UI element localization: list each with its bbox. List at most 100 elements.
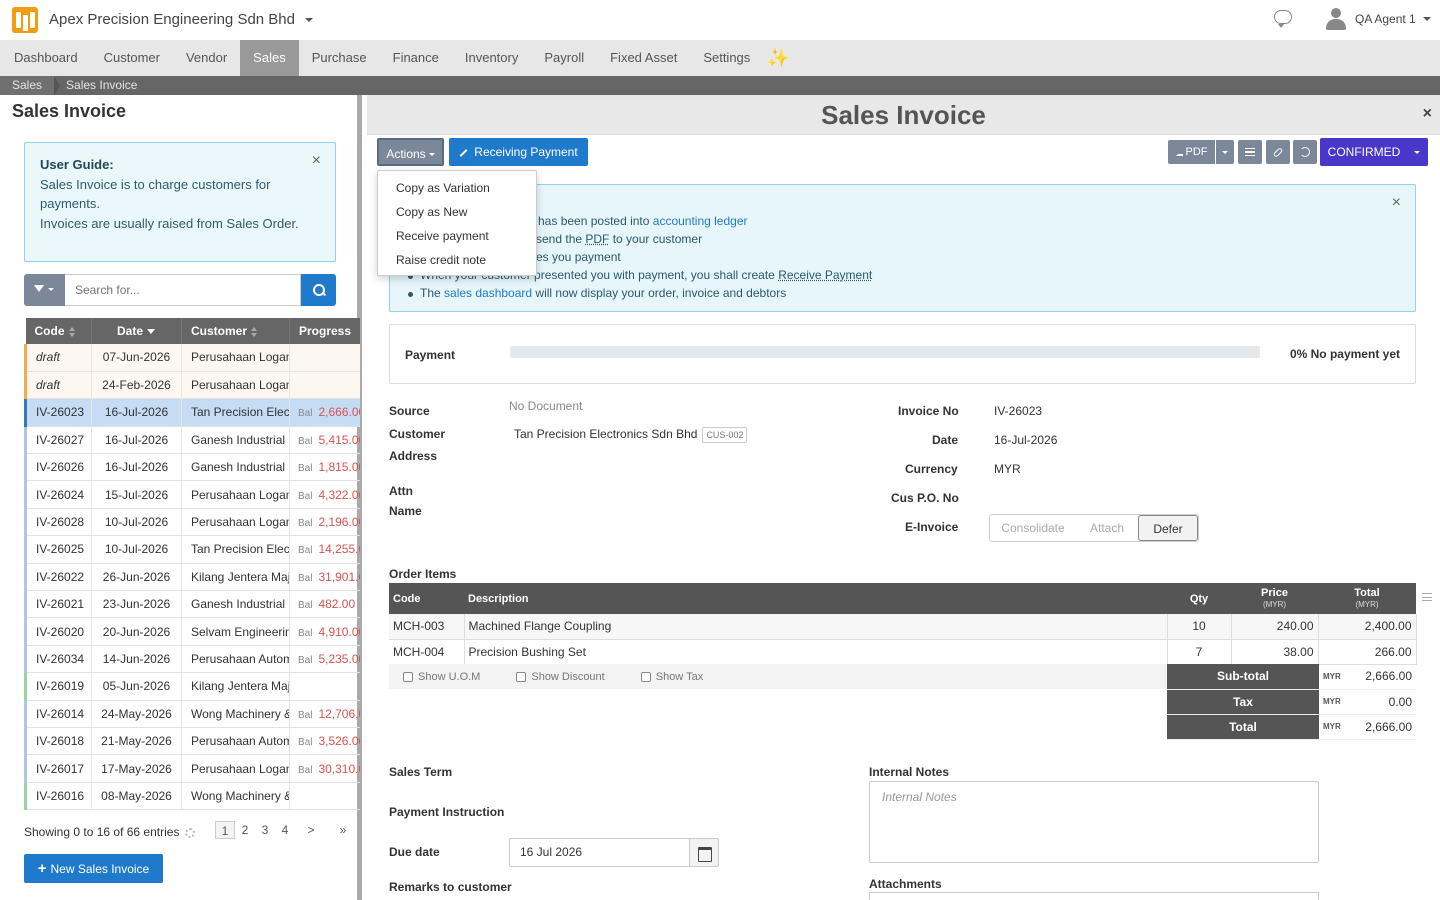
menu-receive-payment[interactable]: Receive payment <box>378 224 536 248</box>
page-title: Sales Invoice <box>821 100 986 130</box>
page-last[interactable]: » <box>333 821 353 839</box>
new-sales-invoice-button[interactable]: + New Sales Invoice <box>24 854 163 883</box>
pdf-link[interactable]: PDF <box>585 232 609 246</box>
list-item[interactable]: IV-26021 23-Jun-2026 Ganesh Industrial Bal 4… <box>24 590 360 619</box>
balance-amount: 1,815.00 <box>318 460 360 475</box>
menu-copy-as-variation[interactable]: Copy as Variation <box>378 176 536 200</box>
breadcrumb-sales[interactable]: Sales <box>0 76 61 96</box>
col-date[interactable]: Date <box>91 318 182 344</box>
list-item[interactable]: IV-26019 05-Jun-2026 Kilang Jentera Maju <box>24 672 360 701</box>
show-tax-checkbox[interactable]: Show Tax <box>640 671 722 683</box>
status-button[interactable]: CONFIRMED <box>1320 138 1428 166</box>
breadcrumb-sales-invoice[interactable]: Sales Invoice <box>54 76 149 95</box>
app-logo[interactable] <box>12 7 38 33</box>
col-customer[interactable]: Customer <box>181 318 290 344</box>
company-switcher[interactable]: Apex Precision Engineering Sdn Bhd <box>49 11 314 28</box>
nav-payroll[interactable]: Payroll <box>531 40 597 76</box>
list-item[interactable]: draft 07-Jun-2026 Perusahaan Logam <box>24 344 360 372</box>
receiving-payment-button[interactable]: Receiving Payment <box>449 138 588 166</box>
user-guide-box: User Guide: Sales Invoice is to charge c… <box>24 142 336 262</box>
list-item[interactable]: IV-26016 08-May-2026 Wong Machinery & <box>24 782 360 810</box>
list-item[interactable]: IV-26020 20-Jun-2026 Selvam Engineering Bal… <box>24 617 360 646</box>
col-price: Price (MYR) <box>1231 583 1318 614</box>
show-uom-checkbox[interactable]: Show U.O.M <box>403 671 498 683</box>
date-value: 16-Jul-2026 <box>994 433 1058 447</box>
list-title: Sales Invoice <box>12 101 127 121</box>
search-button[interactable] <box>301 274 336 306</box>
list-item[interactable]: IV-2601821-May-2026Perusahaan AutomasiBa… <box>24 727 360 756</box>
list-item[interactable]: IV-2602510-Jul-2026Tan Precision Electro… <box>24 535 360 564</box>
list-item[interactable]: IV-26017 17-May-2026 Perusahaan Logam Bal 30… <box>24 754 360 783</box>
nav-sales[interactable]: Sales <box>240 40 299 76</box>
calendar-icon[interactable] <box>689 838 719 867</box>
list-item[interactable]: IV-26027 16-Jul-2026 Ganesh Industrial Bal 5… <box>24 426 360 455</box>
list-item[interactable]: IV-26026 16-Jul-2026 Ganesh Industrial Bal 1… <box>24 453 360 482</box>
page-next[interactable]: > <box>301 821 321 839</box>
close-icon[interactable]: × <box>312 153 321 169</box>
search-input[interactable] <box>65 274 301 306</box>
col-code[interactable]: Code <box>25 318 92 344</box>
user-menu[interactable]: QA Agent 1 <box>1326 4 1431 34</box>
due-date-input[interactable]: 16 Jul 2026 <box>509 838 690 867</box>
customer-value[interactable]: Tan Precision Electronics Sdn Bhd CUS-002 <box>514 427 748 443</box>
show-discount-checkbox[interactable]: Show Discount <box>516 671 622 683</box>
internal-notes-field[interactable]: Internal Notes <box>869 781 1319 863</box>
sparkle-icon[interactable]: ✨ <box>767 40 789 76</box>
col-progress[interactable]: Progress <box>289 318 360 344</box>
nav-purchase[interactable]: Purchase <box>299 40 380 76</box>
nav-vendor[interactable]: Vendor <box>173 40 240 76</box>
close-icon[interactable]: × <box>1423 105 1432 123</box>
list-item[interactable]: IV-26014 24-May-2026 Wong Machinery & Bal 12… <box>24 700 360 728</box>
page-2[interactable]: 2 <box>235 821 255 839</box>
receive-payment-link[interactable]: Receive Payment <box>778 268 872 282</box>
gear-icon[interactable] <box>185 827 196 838</box>
nav-inventory[interactable]: Inventory <box>452 40 531 76</box>
table-row[interactable]: MCH-003 Machined Flange Coupling 10 240.… <box>389 614 1417 640</box>
list-item[interactable]: draft 24-Feb-2026 Perusahaan Logam <box>24 371 360 400</box>
invoice-progress: Bal 31,901.00 <box>289 563 360 592</box>
attachments-area[interactable] <box>869 892 1319 900</box>
list-item[interactable]: IV-26028 10-Jul-2026 Perusahaan Logam Bal 2,… <box>24 508 360 537</box>
list-item[interactable]: IV-26022 26-Jun-2026 Kilang Jentera Maju Ba… <box>24 563 360 592</box>
list-item[interactable]: IV-26024 15-Jul-2026 Perusahaan Logam Bal 4,… <box>24 480 360 509</box>
guide-title: User Guide: <box>40 157 114 172</box>
list-view-button[interactable] <box>1238 140 1262 164</box>
page-3[interactable]: 3 <box>255 821 275 839</box>
page-1[interactable]: 1 <box>215 821 235 839</box>
actions-button[interactable]: Actions <box>377 138 444 166</box>
list-item[interactable]: IV-2603414-Jun-2026Perusahaan AutomasiBa… <box>24 645 360 674</box>
menu-icon[interactable] <box>1422 593 1432 601</box>
einvoice-consolidate[interactable]: Consolidate <box>990 515 1076 541</box>
filter-button[interactable] <box>24 274 65 306</box>
nav-dashboard[interactable]: Dashboard <box>1 40 91 76</box>
einvoice-attach[interactable]: Attach <box>1076 515 1138 541</box>
nav-finance[interactable]: Finance <box>380 40 452 76</box>
table-row[interactable]: MCH-004 Precision Bushing Set 7 38.00 26… <box>389 639 1417 665</box>
accounting-ledger-link[interactable]: accounting ledger <box>653 214 748 228</box>
invoice-code: IV-26025 <box>24 535 92 564</box>
einvoice-defer[interactable]: Defer <box>1138 515 1198 541</box>
history-button[interactable] <box>1293 140 1317 164</box>
list-item[interactable]: IV-2602316-Jul-2026Tan Precision Electro… <box>24 398 360 427</box>
nav-fixed-asset[interactable]: Fixed Asset <box>597 40 690 76</box>
menu-raise-credit-note[interactable]: Raise credit note <box>378 248 536 272</box>
invoice-no-value: IV-26023 <box>994 404 1043 418</box>
invoice-customer: Ganesh Industrial <box>181 426 290 455</box>
nav-settings[interactable]: Settings <box>690 40 763 76</box>
sales-dashboard-link[interactable]: sales dashboard <box>444 286 532 300</box>
source-value[interactable]: No Document <box>509 399 582 413</box>
user-name: QA Agent 1 <box>1355 12 1416 26</box>
pdf-button[interactable]: PDF <box>1168 140 1215 164</box>
menu-copy-as-new[interactable]: Copy as New <box>378 200 536 224</box>
invoice-code: IV-26022 <box>24 563 92 592</box>
item-price: 240.00 <box>1231 614 1319 640</box>
invoice-date: 10-Jul-2026 <box>91 508 182 537</box>
share-link-button[interactable] <box>1266 140 1290 164</box>
chat-icon[interactable] <box>1274 10 1292 28</box>
close-icon[interactable]: × <box>1392 195 1401 211</box>
nav-customer[interactable]: Customer <box>91 40 173 76</box>
invoice-progress: Bal 2,196.00 <box>289 508 360 537</box>
pdf-options-button[interactable] <box>1216 140 1234 164</box>
page-4[interactable]: 4 <box>275 821 295 839</box>
invoice-code: IV-26021 <box>24 590 92 619</box>
